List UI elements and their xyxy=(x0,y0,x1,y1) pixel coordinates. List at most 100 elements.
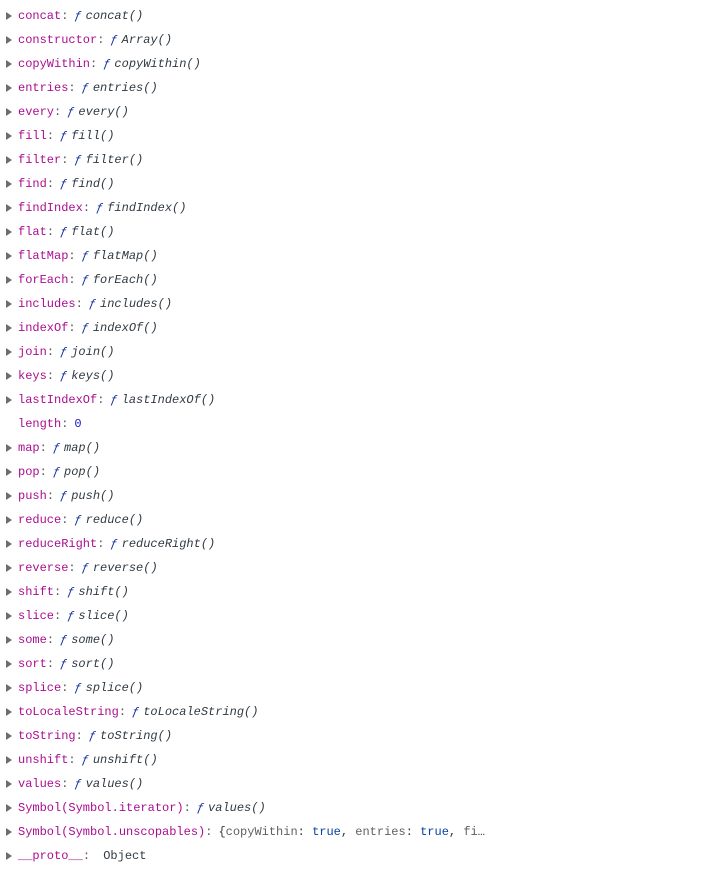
expand-triangle-icon[interactable] xyxy=(6,204,12,212)
expand-triangle-icon[interactable] xyxy=(6,660,12,668)
property-content: toLocaleString:ƒtoLocaleString() xyxy=(18,700,258,724)
expand-triangle-icon[interactable] xyxy=(6,804,12,812)
function-symbol: ƒ xyxy=(74,9,81,23)
expand-triangle-icon[interactable] xyxy=(6,180,12,188)
property-content: unshift:ƒunshift() xyxy=(18,748,158,772)
property-row[interactable]: findIndex:ƒfindIndex() xyxy=(6,196,704,220)
property-row[interactable]: values:ƒvalues() xyxy=(6,772,704,796)
function-symbol: ƒ xyxy=(53,441,60,455)
colon-separator: : xyxy=(406,825,420,839)
property-name: values xyxy=(18,777,61,791)
property-name: flat xyxy=(18,225,47,239)
colon-separator: : xyxy=(83,201,90,215)
property-row[interactable]: splice:ƒsplice() xyxy=(6,676,704,700)
property-row[interactable]: entries:ƒentries() xyxy=(6,76,704,100)
expand-triangle-icon[interactable] xyxy=(6,228,12,236)
property-row[interactable]: constructor:ƒArray() xyxy=(6,28,704,52)
property-row[interactable]: flat:ƒflat() xyxy=(6,220,704,244)
colon-separator: : xyxy=(119,705,126,719)
property-row[interactable]: reverse:ƒreverse() xyxy=(6,556,704,580)
expand-triangle-icon[interactable] xyxy=(6,396,12,404)
property-row[interactable]: map:ƒmap() xyxy=(6,436,704,460)
property-content: constructor:ƒArray() xyxy=(18,28,172,52)
expand-triangle-icon[interactable] xyxy=(6,684,12,692)
expand-triangle-icon[interactable] xyxy=(6,588,12,596)
colon-separator: : xyxy=(68,273,75,287)
expand-triangle-icon[interactable] xyxy=(6,156,12,164)
expand-triangle-icon[interactable] xyxy=(6,108,12,116)
preview-prop: entries xyxy=(355,825,405,839)
property-row[interactable]: find:ƒfind() xyxy=(6,172,704,196)
function-symbol: ƒ xyxy=(60,225,67,239)
function-name: reduceRight() xyxy=(122,537,216,551)
property-row[interactable]: lastIndexOf:ƒlastIndexOf() xyxy=(6,388,704,412)
property-row[interactable]: filter:ƒfilter() xyxy=(6,148,704,172)
property-row[interactable]: shift:ƒshift() xyxy=(6,580,704,604)
expand-triangle-icon[interactable] xyxy=(6,756,12,764)
property-row[interactable]: Symbol(Symbol.unscopables):{copyWithin: … xyxy=(6,820,704,844)
expand-triangle-icon[interactable] xyxy=(6,12,12,20)
expand-triangle-icon[interactable] xyxy=(6,564,12,572)
property-row[interactable]: indexOf:ƒindexOf() xyxy=(6,316,704,340)
property-row[interactable]: Symbol(Symbol.iterator):ƒvalues() xyxy=(6,796,704,820)
property-row[interactable]: slice:ƒslice() xyxy=(6,604,704,628)
property-row[interactable]: join:ƒjoin() xyxy=(6,340,704,364)
expand-triangle-icon[interactable] xyxy=(6,852,12,860)
property-row[interactable]: fill:ƒfill() xyxy=(6,124,704,148)
property-row[interactable]: push:ƒpush() xyxy=(6,484,704,508)
property-row[interactable]: length:0 xyxy=(6,412,704,436)
property-row[interactable]: unshift:ƒunshift() xyxy=(6,748,704,772)
preview-value: true xyxy=(420,825,449,839)
property-row[interactable]: forEach:ƒforEach() xyxy=(6,268,704,292)
expand-triangle-icon[interactable] xyxy=(6,540,12,548)
expand-triangle-icon[interactable] xyxy=(6,84,12,92)
expand-triangle-icon[interactable] xyxy=(6,468,12,476)
expand-triangle-icon[interactable] xyxy=(6,780,12,788)
property-row[interactable]: reduce:ƒreduce() xyxy=(6,508,704,532)
expand-triangle-icon[interactable] xyxy=(6,444,12,452)
colon-separator: : xyxy=(47,345,54,359)
expand-triangle-icon[interactable] xyxy=(6,60,12,68)
property-row[interactable]: __proto__: Object xyxy=(6,844,704,868)
property-row[interactable]: includes:ƒincludes() xyxy=(6,292,704,316)
function-symbol: ƒ xyxy=(74,777,81,791)
property-row[interactable]: toLocaleString:ƒtoLocaleString() xyxy=(6,700,704,724)
expand-triangle-icon[interactable] xyxy=(6,252,12,260)
expand-triangle-icon[interactable] xyxy=(6,516,12,524)
function-symbol: ƒ xyxy=(110,393,117,407)
expand-triangle-icon[interactable] xyxy=(6,348,12,356)
property-content: entries:ƒentries() xyxy=(18,76,158,100)
property-content: indexOf:ƒindexOf() xyxy=(18,316,158,340)
expand-triangle-icon[interactable] xyxy=(6,732,12,740)
expand-triangle-icon[interactable] xyxy=(6,708,12,716)
property-row[interactable]: reduceRight:ƒreduceRight() xyxy=(6,532,704,556)
colon-separator: : xyxy=(47,633,54,647)
property-name: forEach xyxy=(18,273,68,287)
property-row[interactable]: flatMap:ƒflatMap() xyxy=(6,244,704,268)
property-content: forEach:ƒforEach() xyxy=(18,268,158,292)
expand-triangle-icon[interactable] xyxy=(6,36,12,44)
expand-triangle-icon[interactable] xyxy=(6,276,12,284)
property-row[interactable]: copyWithin:ƒcopyWithin() xyxy=(6,52,704,76)
property-row[interactable]: pop:ƒpop() xyxy=(6,460,704,484)
expand-triangle-icon[interactable] xyxy=(6,132,12,140)
property-row[interactable]: every:ƒevery() xyxy=(6,100,704,124)
expand-triangle-icon[interactable] xyxy=(6,372,12,380)
function-name: flatMap() xyxy=(93,249,158,263)
property-row[interactable]: concat:ƒconcat() xyxy=(6,4,704,28)
property-row[interactable]: some:ƒsome() xyxy=(6,628,704,652)
property-row[interactable]: keys:ƒkeys() xyxy=(6,364,704,388)
expand-triangle-icon[interactable] xyxy=(6,492,12,500)
property-content: reverse:ƒreverse() xyxy=(18,556,158,580)
expand-triangle-icon[interactable] xyxy=(6,828,12,836)
function-name: fill() xyxy=(71,129,114,143)
expand-triangle-icon[interactable] xyxy=(6,324,12,332)
separator: , xyxy=(341,825,355,839)
property-name: pop xyxy=(18,465,40,479)
expand-triangle-icon[interactable] xyxy=(6,300,12,308)
property-row[interactable]: toString:ƒtoString() xyxy=(6,724,704,748)
expand-triangle-icon[interactable] xyxy=(6,612,12,620)
property-row[interactable]: sort:ƒsort() xyxy=(6,652,704,676)
function-name: entries() xyxy=(93,81,158,95)
expand-triangle-icon[interactable] xyxy=(6,636,12,644)
